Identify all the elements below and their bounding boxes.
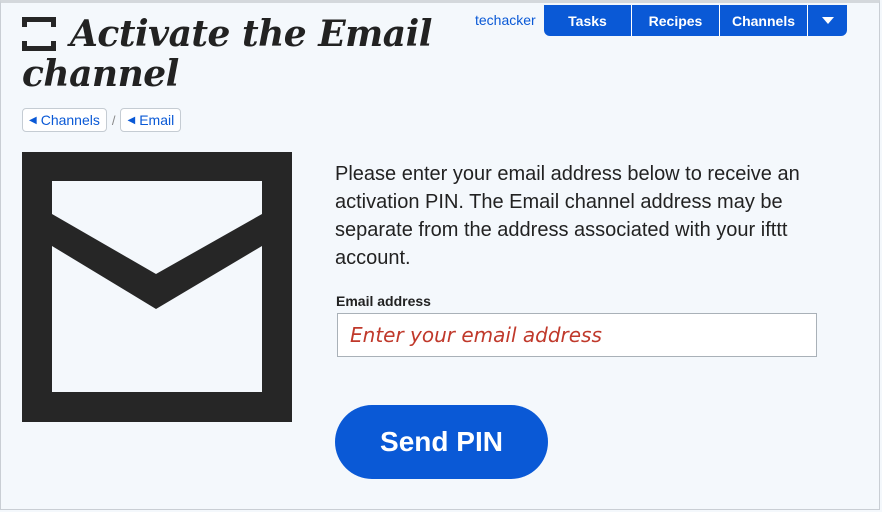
left-triangle-icon: ◀: [29, 114, 37, 126]
activation-description: Please enter your email address below to…: [335, 163, 800, 269]
chevron-down-icon: [821, 17, 834, 24]
email-field-label: Email address: [336, 293, 431, 309]
nav-channels[interactable]: Channels: [720, 5, 808, 36]
breadcrumb-email-link[interactable]: ◀ Email: [120, 108, 182, 132]
breadcrumb-channels-link[interactable]: ◀ Channels: [22, 108, 107, 132]
email-input[interactable]: [337, 313, 817, 357]
email-envelope-icon: [22, 152, 292, 422]
nav-recipes[interactable]: Recipes: [632, 5, 720, 36]
nav-tasks[interactable]: Tasks: [544, 5, 632, 36]
send-pin-button[interactable]: Send PIN: [335, 405, 548, 479]
breadcrumb-email-label: Email: [139, 112, 175, 128]
left-triangle-icon: ◀: [127, 114, 136, 126]
top-nav: Tasks Recipes Channels: [544, 5, 847, 36]
breadcrumb-channels-label: Channels: [40, 112, 100, 128]
nav-more-button[interactable]: [808, 5, 847, 36]
page-title: Activate the Email channel: [22, 13, 432, 95]
breadcrumb: ◀ Channels / ◀ Email: [22, 108, 182, 132]
username-link[interactable]: techacker: [475, 12, 536, 28]
breadcrumb-separator: /: [111, 112, 116, 128]
